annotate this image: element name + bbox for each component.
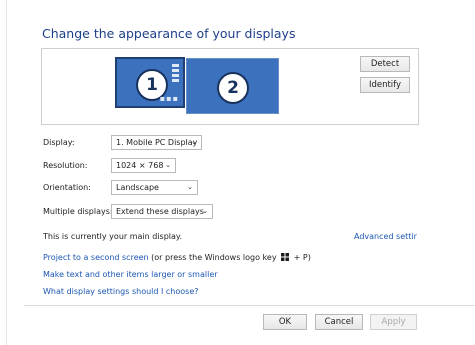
monitor-2-number: 2	[217, 72, 249, 104]
project-line: Project to a second screen (or press the…	[43, 253, 311, 262]
monitor-2[interactable]: 2	[186, 58, 279, 114]
monitor-1[interactable]: 1 ▪▪▪	[115, 57, 185, 108]
resolution-label: Resolution:	[43, 161, 88, 170]
chevron-down-icon: ⌄	[191, 138, 197, 146]
footer-divider	[24, 305, 475, 306]
ok-button[interactable]: OK	[263, 314, 307, 330]
chevron-down-icon: ⌄	[165, 161, 171, 169]
multiple-displays-select-value: Extend these displays	[116, 207, 204, 216]
taskbar-icon: ▪▪▪	[159, 94, 179, 103]
orientation-label: Orientation:	[43, 183, 91, 192]
orientation-select-value: Landscape	[116, 183, 159, 192]
display-select[interactable]: 1. Mobile PC Display ⌄	[111, 135, 202, 150]
display-select-value: 1. Mobile PC Display	[116, 138, 198, 147]
orientation-select[interactable]: Landscape ⌄	[111, 180, 198, 195]
chevron-down-icon: ⌄	[202, 207, 208, 215]
project-link[interactable]: Project to a second screen	[43, 253, 149, 262]
resolution-select-value: 1024 × 768	[116, 161, 164, 170]
desktop-icons	[172, 64, 180, 84]
larger-text-link[interactable]: Make text and other items larger or smal…	[43, 270, 218, 279]
chevron-down-icon: ⌄	[187, 183, 193, 191]
windows-logo-icon	[281, 253, 290, 261]
project-hint-end: + P)	[293, 253, 311, 262]
multiple-displays-label: Multiple displays:	[43, 207, 113, 216]
display-label: Display:	[43, 138, 75, 147]
multiple-displays-select[interactable]: Extend these displays ⌄	[111, 204, 213, 219]
display-help-link[interactable]: What display settings should I choose?	[43, 287, 199, 296]
left-divider	[6, 0, 7, 345]
resolution-select[interactable]: 1024 × 768 ⌄	[111, 158, 176, 173]
main-display-text: This is currently your main display.	[43, 232, 183, 241]
detect-button[interactable]: Detect	[360, 56, 410, 72]
project-hint-start: (or press the Windows logo key	[151, 253, 277, 262]
cancel-button[interactable]: Cancel	[315, 314, 363, 330]
page-title: Change the appearance of your displays	[42, 26, 296, 41]
apply-button[interactable]: Apply	[370, 314, 417, 330]
identify-button[interactable]: Identify	[360, 77, 410, 93]
advanced-settings-link[interactable]: Advanced settings	[354, 232, 417, 241]
